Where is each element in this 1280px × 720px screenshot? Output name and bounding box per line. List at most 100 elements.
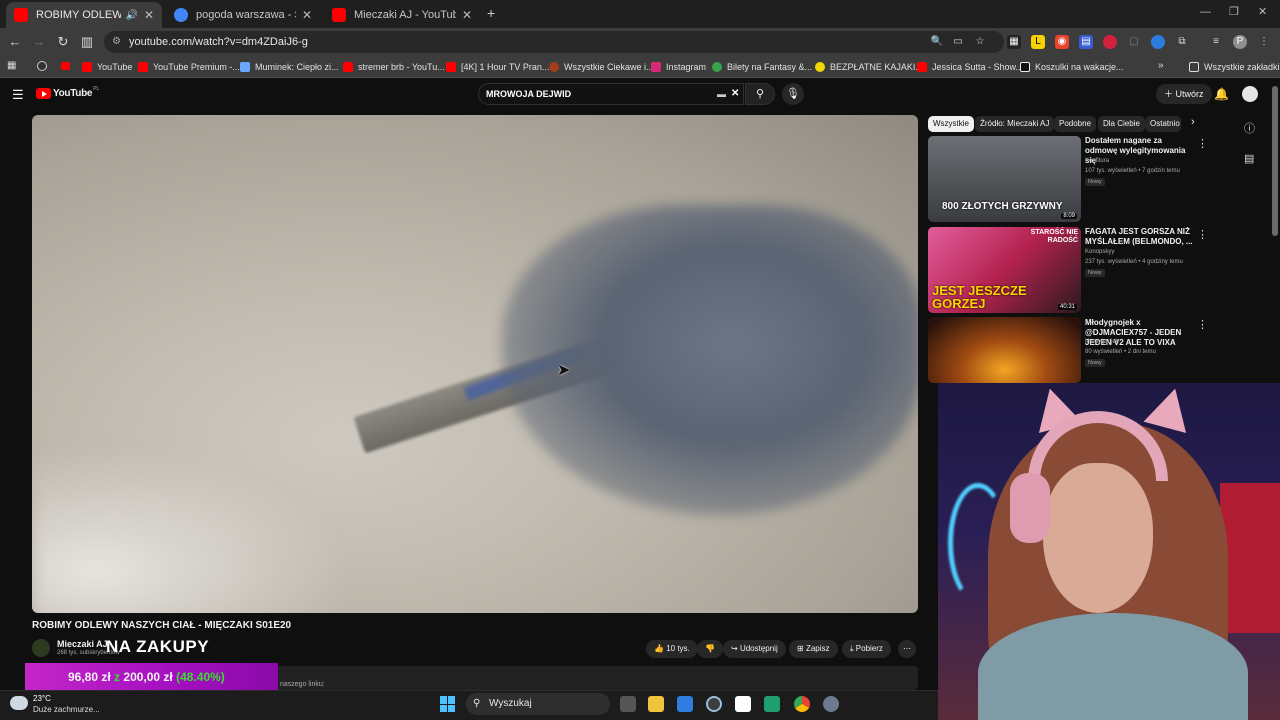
- extension-icon[interactable]: [1103, 35, 1117, 49]
- address-bar[interactable]: ⚙ youtube.com/watch?v=dm4ZDaiJ6-g: [104, 31, 1004, 53]
- notifications-bell-icon[interactable]: 🔔: [1214, 87, 1229, 101]
- chat-icon[interactable]: ▤: [1244, 152, 1254, 165]
- new-tab-button[interactable]: +: [487, 5, 495, 21]
- bookmark-item[interactable]: Bilety na Fantasy &...: [712, 60, 812, 74]
- extension-icon[interactable]: ◉: [1055, 35, 1069, 49]
- file-explorer-icon[interactable]: [648, 696, 664, 712]
- account-avatar[interactable]: [1242, 86, 1258, 102]
- bookmark-item[interactable]: Jessica Sutta - Show...: [917, 60, 1023, 74]
- extension-icon[interactable]: [1151, 35, 1165, 49]
- bookmark-youtube-icon[interactable]: [61, 62, 70, 70]
- more-options-icon[interactable]: ⋮: [1197, 137, 1208, 150]
- bookmark-item[interactable]: YouTube: [82, 60, 132, 74]
- chip-related[interactable]: Podobne: [1054, 116, 1097, 132]
- extension-icon[interactable]: ▤: [1079, 35, 1093, 49]
- voice-search-button[interactable]: 🎙: [782, 83, 804, 105]
- tab-close-icon[interactable]: ✕: [462, 8, 472, 22]
- chips-next-chevron-icon[interactable]: ›: [1191, 116, 1195, 128]
- create-button[interactable]: ＋ Utwórz: [1156, 84, 1212, 104]
- tab-close-icon[interactable]: ✕: [144, 8, 154, 22]
- bookmark-item[interactable]: YouTube Premium -...: [138, 60, 240, 74]
- more-actions-button[interactable]: ⋯: [898, 640, 916, 658]
- bookmark-star-icon[interactable]: ☆: [973, 35, 987, 49]
- spreadsheet-app-icon[interactable]: [764, 696, 780, 712]
- notes-app-icon[interactable]: [735, 696, 751, 712]
- channel-avatar[interactable]: [32, 639, 50, 657]
- tab-close-icon[interactable]: ✕: [302, 8, 312, 22]
- recommendation-thumbnail[interactable]: STAROŚĆ NIE RADOŚĆ JEST JESZCZE GORZEJ 4…: [928, 227, 1081, 313]
- weather-temperature[interactable]: 23°C: [33, 694, 51, 703]
- recommendation-channel[interactable]: Konfitura: [1085, 158, 1109, 164]
- recommendation-title[interactable]: FAGATA JEST GORSZA NIŻ MYŚLAŁEM (BELMOND…: [1085, 227, 1195, 247]
- youtube-logo[interactable]: YouTube PL: [36, 86, 99, 99]
- extension-icon[interactable]: L: [1031, 35, 1045, 49]
- bookmark-item[interactable]: Koszulki na wakacje...: [1020, 60, 1124, 74]
- chip-source[interactable]: Źródło: Mieczaki AJ: [975, 116, 1055, 132]
- search-input[interactable]: MROWOJA DEJWID ▬ ✕: [478, 83, 744, 105]
- download-button[interactable]: ⤓ Pobierz: [842, 640, 891, 658]
- task-view-icon[interactable]: [620, 696, 636, 712]
- bookmark-item[interactable]: [4K] 1 Hour TV Pran...: [446, 60, 549, 74]
- like-button[interactable]: 👍 10 tys.: [646, 640, 698, 658]
- video-title: ROBIMY ODLEWY NASZYCH CIAŁ - MIĘCZAKI S0…: [32, 620, 292, 631]
- more-options-icon[interactable]: ⋮: [1197, 228, 1208, 241]
- store-icon[interactable]: [677, 696, 693, 712]
- recommendation-thumbnail[interactable]: 800 ZŁOTYCH GRZYWNY 8:09: [928, 136, 1081, 222]
- site-info-icon[interactable]: ⚙: [112, 31, 121, 53]
- minimize-icon[interactable]: —: [1200, 6, 1211, 18]
- all-bookmarks-folder[interactable]: Wszystkie zakładki: [1189, 60, 1280, 74]
- menu-dots-icon[interactable]: ⋮: [1257, 35, 1271, 49]
- app-icon[interactable]: [706, 696, 722, 712]
- more-bookmarks-chevron-icon[interactable]: »: [1158, 60, 1164, 71]
- more-options-icon[interactable]: ⋮: [1197, 318, 1208, 331]
- extension-icon[interactable]: ▦: [1007, 35, 1021, 49]
- close-window-icon[interactable]: ✕: [1258, 5, 1267, 18]
- page-scrollbar[interactable]: [1272, 86, 1278, 236]
- bookmark-icon[interactable]: [37, 61, 47, 71]
- bookmark-item[interactable]: Wszystkie Ciekawe i...: [549, 60, 654, 74]
- windows-start-icon[interactable]: [440, 696, 456, 712]
- taskbar-search[interactable]: ⚲ Wyszukaj: [466, 693, 610, 715]
- extensions-puzzle-icon[interactable]: ⧉: [1175, 35, 1189, 49]
- info-icon[interactable]: ⓘ: [1244, 120, 1255, 136]
- search-button[interactable]: ⚲: [745, 83, 775, 105]
- side-panel-icon[interactable]: ▥: [79, 34, 95, 50]
- chrome-icon[interactable]: [794, 696, 810, 712]
- tab-robimy-odlewy[interactable]: ROBIMY ODLEWY NASZYCH 🔊 ✕: [6, 2, 162, 28]
- keyboard-icon[interactable]: ▬: [717, 84, 726, 104]
- bookmark-item[interactable]: Instagram: [651, 60, 706, 74]
- maximize-icon[interactable]: ❐: [1229, 5, 1239, 18]
- cloud-icon[interactable]: [10, 696, 28, 710]
- video-player[interactable]: ➤: [32, 115, 918, 613]
- share-button[interactable]: ↪ Udostępnij: [723, 640, 786, 658]
- tab-search-icon[interactable]: ≡: [1209, 35, 1223, 49]
- tab-pogoda[interactable]: pogoda warszawa - Szukaj w G ✕: [166, 2, 320, 28]
- settings-icon[interactable]: [823, 696, 839, 712]
- profile-avatar-icon[interactable]: P: [1233, 35, 1247, 49]
- hamburger-menu-icon[interactable]: ☰: [12, 87, 24, 103]
- reload-icon[interactable]: ↻: [55, 34, 71, 50]
- weather-description[interactable]: Duże zachmurze...: [33, 705, 100, 714]
- microphone-icon: 🎙: [786, 88, 800, 100]
- channel-name[interactable]: Mieczaki AJ: [57, 639, 108, 649]
- bookmark-item[interactable]: BEZPŁATNE KAJAKI...: [815, 60, 923, 74]
- recommendation-channel[interactable]: Konopskyy: [1085, 249, 1114, 255]
- save-button[interactable]: ⊞ Zapisz: [789, 640, 838, 658]
- apps-grid-icon[interactable]: ▦: [7, 60, 16, 71]
- recommendation-thumbnail[interactable]: [928, 317, 1081, 383]
- back-icon[interactable]: ←: [7, 34, 23, 50]
- zoom-icon[interactable]: 🔍: [930, 35, 944, 49]
- forward-icon[interactable]: →: [31, 34, 47, 50]
- tab-mieczaki[interactable]: Mieczaki AJ - YouTube ✕: [324, 2, 480, 28]
- bookmark-item[interactable]: stremer brb - YouTu...: [343, 60, 445, 74]
- chip-all[interactable]: Wszystkie: [928, 116, 974, 132]
- speaker-icon[interactable]: 🔊: [125, 10, 137, 21]
- recommendation-channel[interactable]: Młodygnojek: [1085, 339, 1119, 345]
- extension-icon[interactable]: ▢: [1127, 35, 1141, 49]
- chip-recent[interactable]: Ostatnio: [1145, 116, 1181, 132]
- dislike-button[interactable]: 👎: [697, 640, 723, 658]
- bookmark-item[interactable]: Muminek: Ciepło zi...: [240, 60, 339, 74]
- chip-for-you[interactable]: Dla Ciebie: [1098, 116, 1145, 132]
- clear-search-icon[interactable]: ✕: [731, 84, 739, 104]
- cast-icon[interactable]: ▭: [951, 35, 965, 49]
